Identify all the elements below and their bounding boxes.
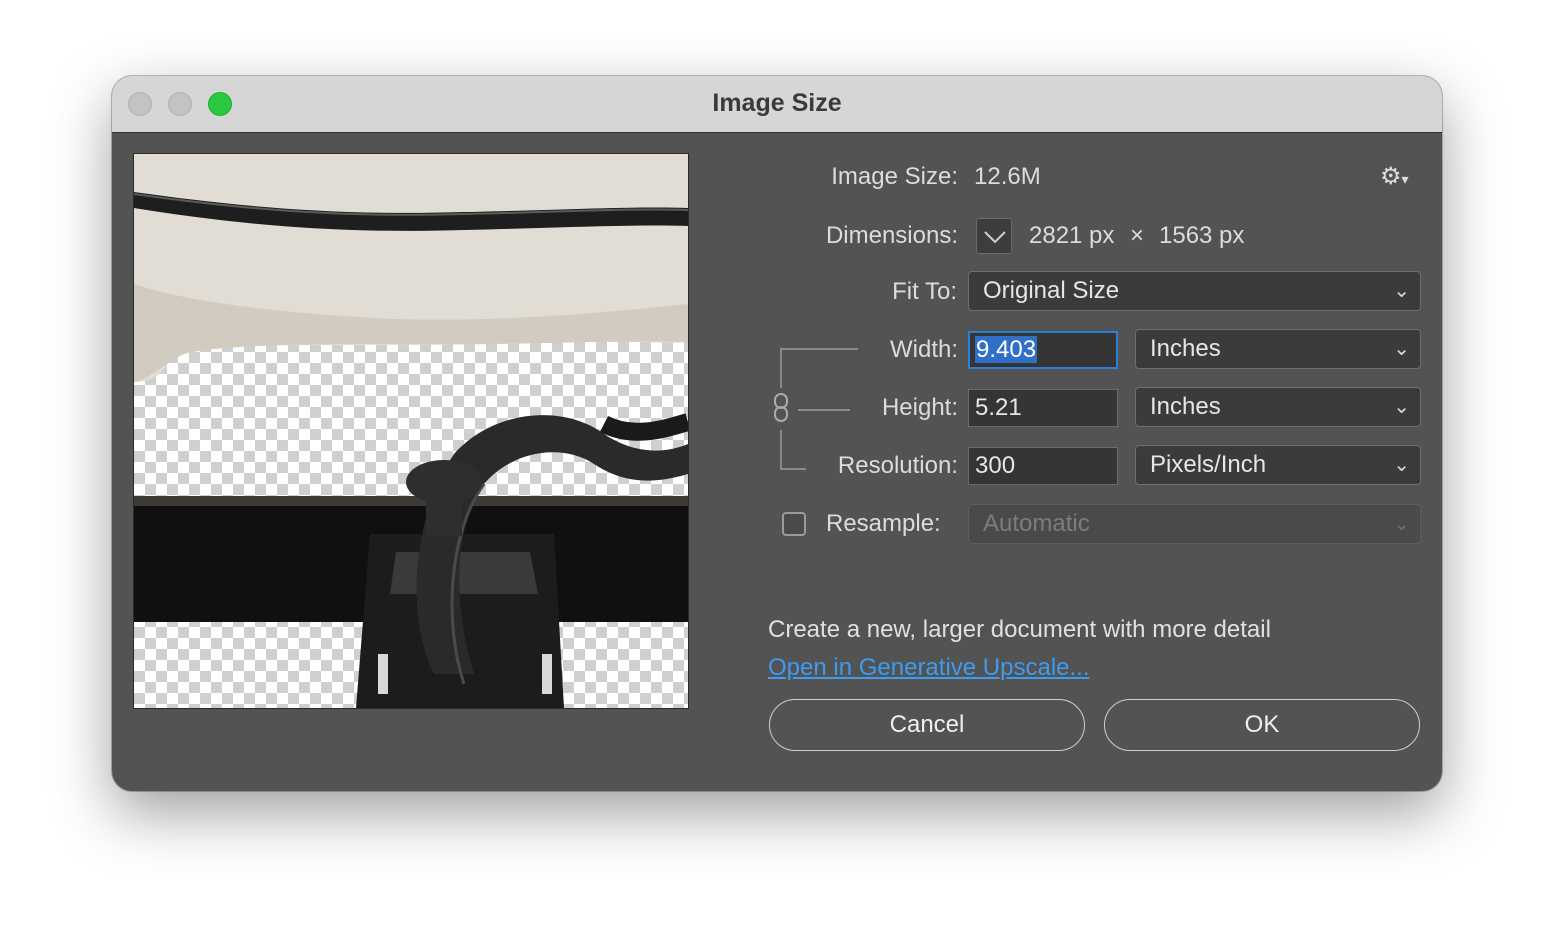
image-size-value: 12.6M bbox=[974, 163, 1041, 190]
title-bar: Image Size bbox=[112, 76, 1442, 133]
cancel-button[interactable]: Cancel bbox=[769, 699, 1085, 751]
fit-to-value: Original Size bbox=[983, 277, 1120, 304]
width-unit-value: Inches bbox=[1150, 335, 1221, 362]
resample-dropdown[interactable]: Automatic ⌄ bbox=[968, 504, 1421, 544]
fit-to-label: Fit To: bbox=[892, 278, 957, 305]
resample-checkbox[interactable] bbox=[782, 512, 806, 536]
fit-to-dropdown[interactable]: Original Size ⌄ bbox=[968, 271, 1421, 311]
chevron-down-icon: ⌄ bbox=[1393, 454, 1410, 476]
generative-upscale-link[interactable]: Open in Generative Upscale... bbox=[768, 654, 1090, 682]
preview-image bbox=[134, 154, 688, 708]
width-value: 9.403 bbox=[975, 336, 1038, 363]
dimensions-times: × bbox=[1130, 222, 1145, 249]
resolution-value: 300 bbox=[975, 452, 1016, 479]
chevron-down-icon: ⌄ bbox=[1393, 280, 1410, 302]
chevron-down-icon: ⌄ bbox=[1393, 338, 1410, 360]
resolution-label: Resolution: bbox=[837, 452, 958, 479]
chevron-down-icon: ⌄ bbox=[1393, 396, 1410, 418]
height-unit-dropdown[interactable]: Inches ⌄ bbox=[1135, 387, 1421, 427]
resample-label: Resample: bbox=[826, 510, 941, 537]
chevron-down-icon bbox=[984, 231, 1006, 244]
resolution-unit-dropdown[interactable]: Pixels/Inch ⌄ bbox=[1135, 445, 1421, 485]
chevron-down-icon: ⌄ bbox=[1393, 513, 1410, 535]
height-input[interactable]: 5.21 bbox=[968, 389, 1118, 427]
image-size-dialog: Image Size ⚙▾ Image Size: 12.6M Dimensio… bbox=[112, 76, 1442, 791]
resolution-input[interactable]: 300 bbox=[968, 447, 1118, 485]
upscale-info-text: Create a new, larger document with more … bbox=[768, 616, 1271, 643]
dimensions-height: 1563 px bbox=[1159, 222, 1245, 249]
width-unit-dropdown[interactable]: Inches ⌄ bbox=[1135, 329, 1421, 369]
height-label: Height: bbox=[881, 394, 958, 421]
dimensions-width: 2821 px bbox=[1029, 222, 1115, 249]
image-size-label: Image Size: bbox=[831, 163, 958, 190]
dimensions-label: Dimensions: bbox=[825, 222, 958, 249]
dimensions-unit-toggle[interactable] bbox=[976, 218, 1012, 254]
ok-button[interactable]: OK bbox=[1104, 699, 1420, 751]
resample-value: Automatic bbox=[983, 510, 1090, 537]
resolution-unit-value: Pixels/Inch bbox=[1150, 451, 1267, 478]
image-preview[interactable] bbox=[133, 153, 689, 709]
settings-gear-icon[interactable]: ⚙▾ bbox=[1380, 162, 1409, 191]
height-unit-value: Inches bbox=[1150, 393, 1221, 420]
height-value: 5.21 bbox=[975, 394, 1022, 421]
width-input[interactable]: 9.403 bbox=[968, 331, 1118, 369]
width-label: Width: bbox=[889, 336, 958, 363]
window-title: Image Size bbox=[712, 89, 842, 117]
